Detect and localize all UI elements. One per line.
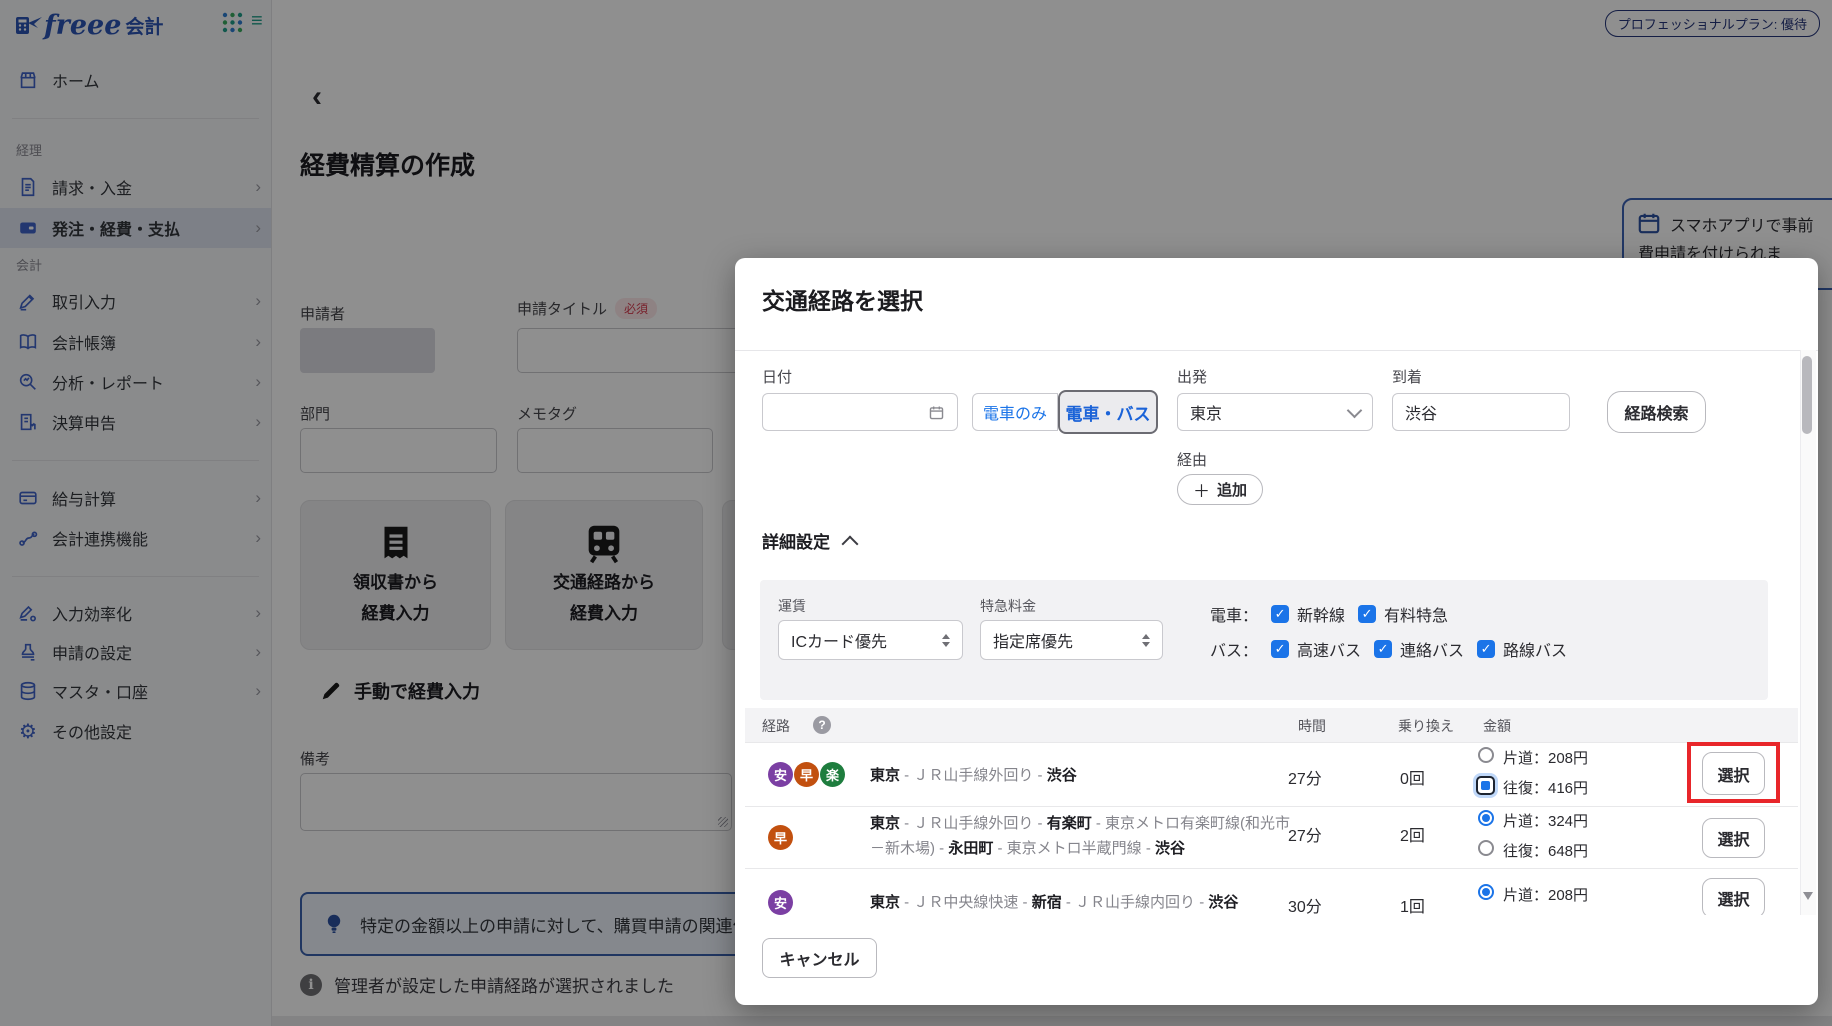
row-divider <box>745 868 1798 869</box>
advanced-settings-panel: 運賃 ICカード優先 特急料金 指定席優先 電車： ✓ 新幹線 ✓ 有料特急 <box>760 580 1768 700</box>
date-label: 日付 <box>762 366 792 387</box>
date-input[interactable] <box>762 393 958 431</box>
select-stepper-icon <box>942 634 950 647</box>
select-route-button[interactable]: 選択 <box>1702 878 1765 915</box>
departure-select[interactable]: 東京 <box>1177 393 1373 431</box>
cheap-badge: 安 <box>768 890 793 915</box>
roundtrip-radio[interactable] <box>1478 840 1494 856</box>
cancel-button[interactable]: キャンセル <box>762 938 877 978</box>
arrival-input[interactable]: 渋谷 <box>1392 393 1570 431</box>
modal-scrollbar-thumb[interactable] <box>1802 356 1812 434</box>
bus-filter-row: バス： ✓ 高速バス ✓ 連絡バス ✓ 路線バス <box>1210 637 1567 661</box>
vehicle-filters: 電車： ✓ 新幹線 ✓ 有料特急 バス： ✓ 高速バス ✓ 連絡バス ✓ 路線バス <box>1210 602 1567 661</box>
scroll-down-arrow-icon[interactable] <box>1803 892 1813 900</box>
roundtrip-radio-label[interactable]: 往復：648円 <box>1503 840 1588 861</box>
route-description: 東京 - ＪＲ山手線外回り - 有楽町 - 東京メトロ有楽町線(和光市－新木場)… <box>870 811 1295 861</box>
checkbox-label: 高速バス <box>1297 637 1361 661</box>
advanced-settings-toggle[interactable]: 詳細設定 <box>762 528 856 553</box>
annotation-highlight-box <box>1687 742 1780 803</box>
limited-express-checkbox[interactable]: ✓ <box>1358 605 1376 623</box>
departure-label: 出発 <box>1177 366 1207 387</box>
mode-train-only-button[interactable]: 電車のみ <box>972 393 1058 431</box>
chevron-up-icon <box>842 536 859 553</box>
app-root: プロフェッショナルプラン: 優待 ‹ 経費精算の作成 申請者 申請タイトル 必須… <box>0 0 1832 1026</box>
route-description: 東京 - ＪＲ中央線快速 - 新宿 - ＪＲ山手線内回り - 渋谷 <box>870 890 1295 915</box>
via-label: 経由 <box>1177 449 1207 470</box>
route-time: 27分 <box>1288 822 1322 846</box>
via-add-button[interactable]: ＋ 追加 <box>1177 474 1263 505</box>
amount-column-header: 金額 <box>1483 716 1511 736</box>
bus-filter-label: バス： <box>1210 637 1258 661</box>
advanced-settings-label: 詳細設定 <box>762 533 830 552</box>
fare-select[interactable]: ICカード優先 <box>778 620 963 660</box>
route-time: 30分 <box>1288 893 1322 915</box>
route-description: 東京 - ＪＲ山手線外回り - 渋谷 <box>870 763 1295 788</box>
row-divider <box>745 742 1798 743</box>
route-transfers: 2回 <box>1400 822 1425 846</box>
oneway-radio[interactable] <box>1478 810 1494 826</box>
route-column-header: 経路 <box>762 716 790 736</box>
transfers-column-header: 乗り換え <box>1398 716 1454 736</box>
train-filter-label: 電車： <box>1210 602 1258 626</box>
select-route-button[interactable]: 選択 <box>1702 818 1765 858</box>
via-add-label: 追加 <box>1217 479 1247 500</box>
shinkansen-checkbox[interactable]: ✓ <box>1271 605 1289 623</box>
select-stepper-icon <box>1142 634 1150 647</box>
roundtrip-radio[interactable] <box>1476 776 1495 795</box>
help-icon[interactable]: ? <box>813 716 831 734</box>
checkbox-label: 有料特急 <box>1384 602 1448 626</box>
chevron-down-icon <box>1347 402 1363 418</box>
mode-train-bus-button[interactable]: 電車・バス <box>1058 390 1158 434</box>
time-column-header: 時間 <box>1298 716 1326 736</box>
oneway-radio-label[interactable]: 片道：208円 <box>1503 747 1588 768</box>
route-badges: 安 早 楽 <box>768 762 845 787</box>
cheap-badge: 安 <box>768 762 793 787</box>
route-select-modal: 交通経路を選択 日付 電車のみ 電車・バス 出発 東京 到着 渋谷 経路検索 経 <box>735 258 1818 1005</box>
express-fare-value: 指定席優先 <box>993 628 1073 652</box>
train-filter-row: 電車： ✓ 新幹線 ✓ 有料特急 <box>1210 602 1567 626</box>
checkbox-label: 連絡バス <box>1400 637 1464 661</box>
route-transfers: 1回 <box>1400 893 1425 915</box>
checkbox-label: 新幹線 <box>1297 602 1345 626</box>
arrival-value: 渋谷 <box>1405 400 1437 424</box>
modal-body: 日付 電車のみ 電車・バス 出発 東京 到着 渋谷 経路検索 経由 ＋ 追加 <box>735 350 1818 915</box>
oneway-radio-label[interactable]: 片道：208円 <box>1503 884 1588 905</box>
connecting-bus-checkbox[interactable]: ✓ <box>1374 640 1392 658</box>
departure-value: 東京 <box>1190 400 1222 424</box>
oneway-radio-label[interactable]: 片道：324円 <box>1503 810 1588 831</box>
calendar-icon <box>928 404 945 421</box>
oneway-radio[interactable] <box>1478 747 1494 763</box>
checkbox-label: 路線バス <box>1503 637 1567 661</box>
row-divider <box>745 806 1798 807</box>
plus-icon: ＋ <box>1193 477 1210 502</box>
oneway-radio[interactable] <box>1478 884 1494 900</box>
local-bus-checkbox[interactable]: ✓ <box>1477 640 1495 658</box>
easy-badge: 楽 <box>820 762 845 787</box>
route-badges: 早 <box>768 825 793 850</box>
fare-label: 運賃 <box>778 596 806 616</box>
fare-value: ICカード優先 <box>791 628 887 652</box>
express-fare-label: 特急料金 <box>980 596 1036 616</box>
route-transfers: 0回 <box>1400 765 1425 789</box>
modal-title: 交通経路を選択 <box>762 282 923 316</box>
route-time: 27分 <box>1288 765 1322 789</box>
fast-badge: 早 <box>768 825 793 850</box>
modal-scrollbar-track[interactable] <box>1800 350 1816 915</box>
route-search-button[interactable]: 経路検索 <box>1607 391 1706 433</box>
arrival-label: 到着 <box>1392 366 1422 387</box>
route-badges: 安 <box>768 890 793 915</box>
fast-badge: 早 <box>794 762 819 787</box>
roundtrip-radio-label[interactable]: 往復：416円 <box>1503 777 1588 798</box>
results-header: 経路 ? 時間 乗り換え 金額 <box>745 708 1798 742</box>
express-fare-select[interactable]: 指定席優先 <box>980 620 1163 660</box>
highway-bus-checkbox[interactable]: ✓ <box>1271 640 1289 658</box>
